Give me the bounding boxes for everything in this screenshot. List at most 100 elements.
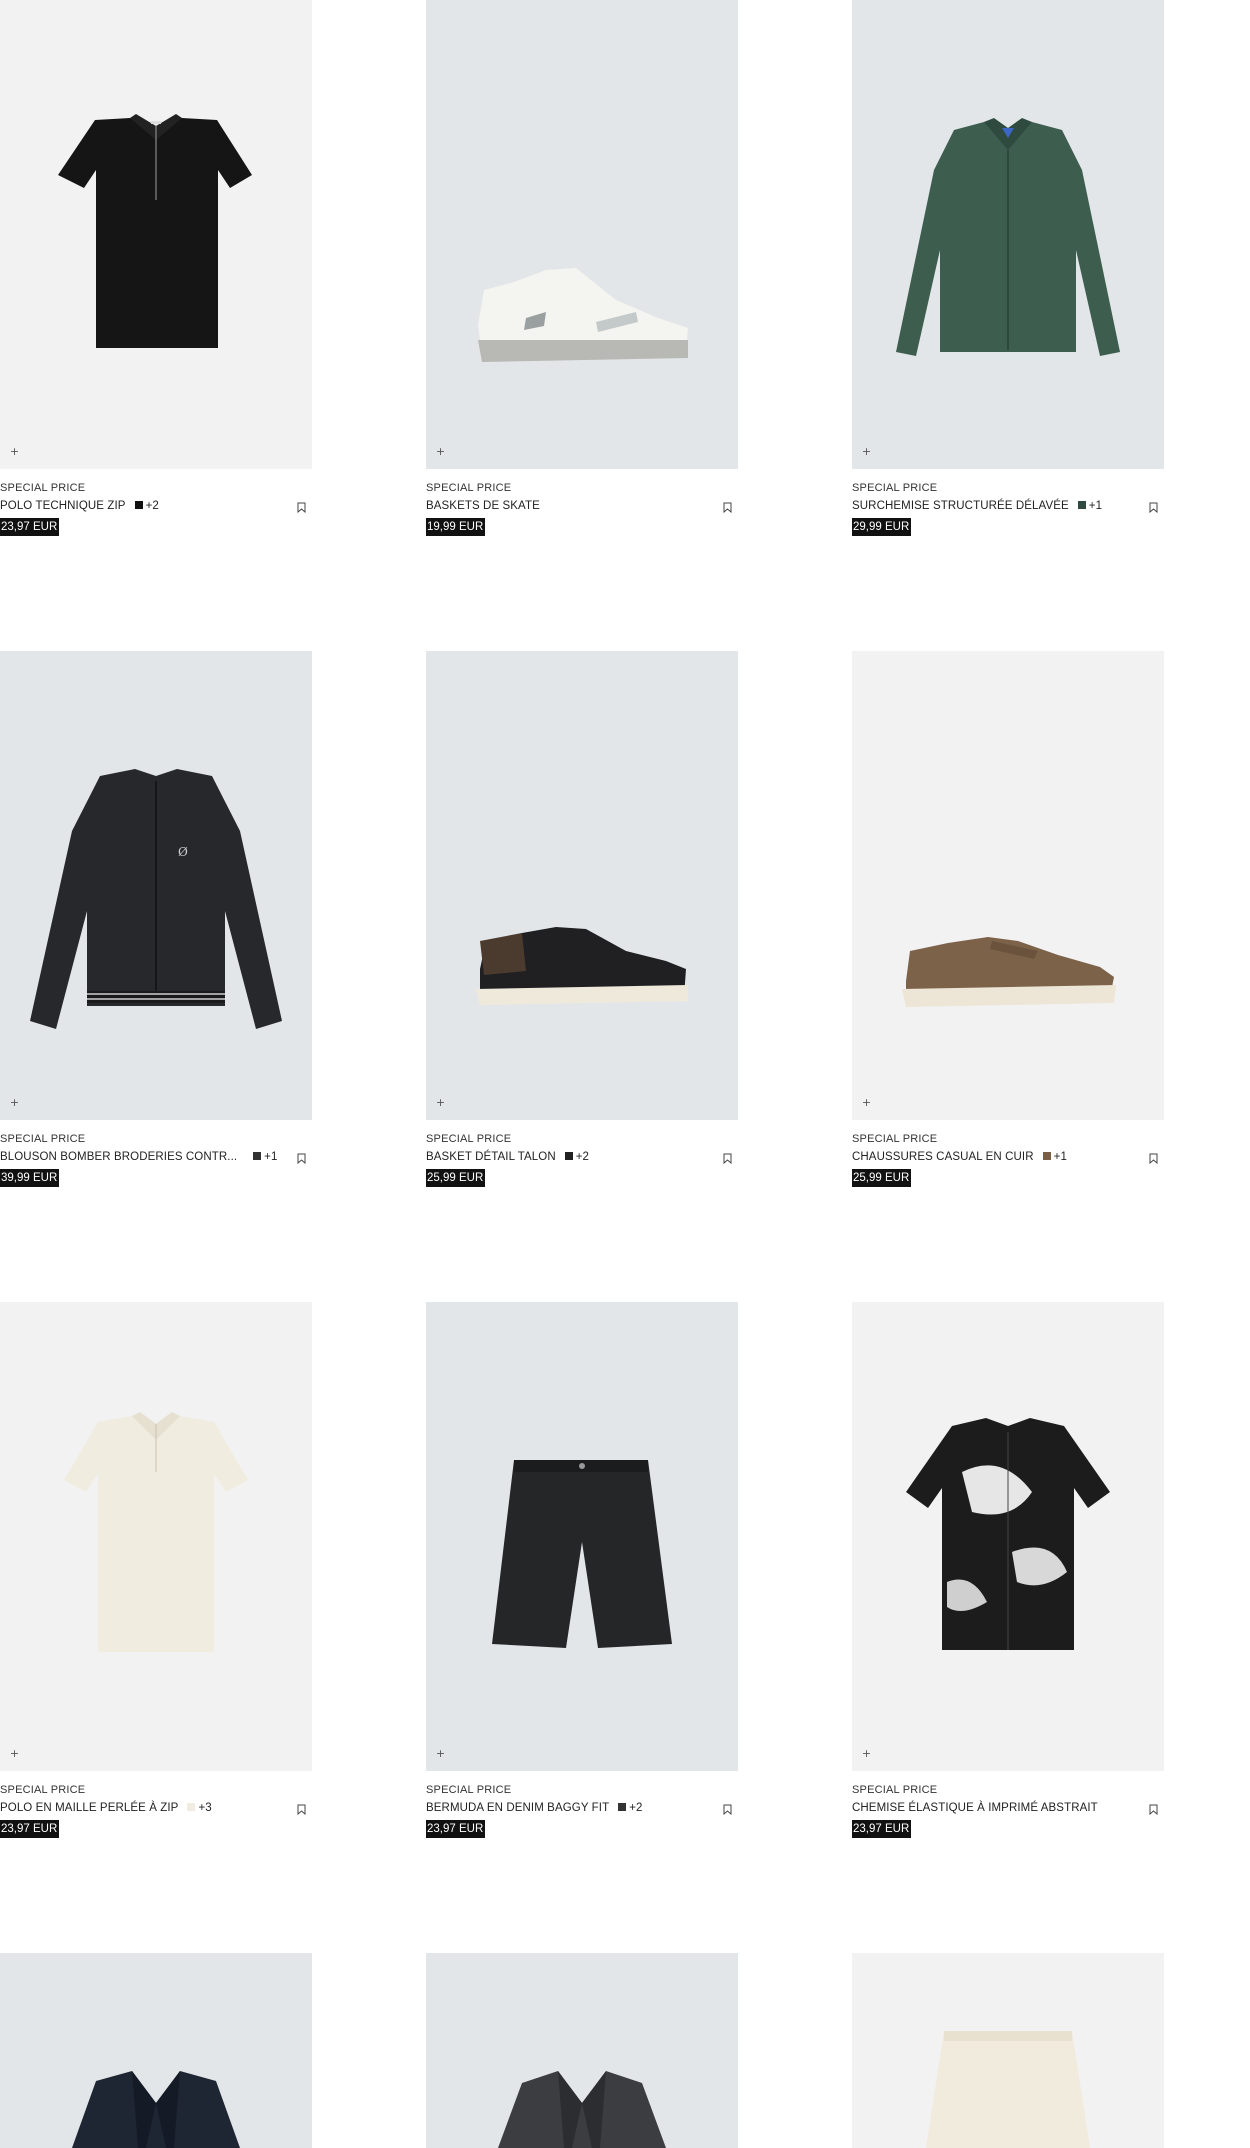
product-image[interactable]: [0, 1953, 312, 2148]
product-name-text: POLO EN MAILLE PERLÉE À ZIP: [0, 1802, 179, 1814]
product-card[interactable]: + SPECIAL PRICE POLO EN MAILLE PERLÉE À …: [0, 1302, 312, 1851]
product-name[interactable]: BLOUSON BOMBER BRODERIES CONTR... +1: [0, 1151, 277, 1163]
product-image[interactable]: +: [426, 1302, 738, 1771]
product-price: 23,97 EUR: [0, 1820, 60, 1838]
product-image[interactable]: +: [852, 1302, 1164, 1771]
add-to-cart-icon[interactable]: +: [861, 446, 872, 457]
bookmark-icon[interactable]: [723, 1804, 732, 1815]
bookmark-icon[interactable]: [297, 1804, 306, 1815]
product-image[interactable]: +: [426, 651, 738, 1120]
more-colors: +2: [145, 500, 159, 512]
add-to-cart-icon[interactable]: +: [435, 1097, 446, 1108]
bookmark-icon[interactable]: [1149, 502, 1158, 513]
product-name[interactable]: CHEMISE ÉLASTIQUE À IMPRIMÉ ABSTRAIT: [852, 1802, 1098, 1814]
add-to-cart-icon[interactable]: +: [9, 446, 20, 457]
product-name[interactable]: BERMUDA EN DENIM BAGGY FIT +2: [426, 1802, 643, 1814]
product-image[interactable]: [852, 1953, 1164, 2148]
product-image[interactable]: +: [852, 651, 1164, 1120]
product-image[interactable]: +: [0, 1302, 312, 1771]
color-swatch[interactable]: [187, 1803, 196, 1811]
bookmark-icon[interactable]: [1149, 1804, 1158, 1815]
product-card[interactable]: + SPECIAL PRICE BASKETS DE SKATE 19,99 E…: [426, 0, 738, 549]
black-polo-shirt-image: [58, 114, 252, 348]
product-name[interactable]: SURCHEMISE STRUCTURÉE DÉLAVÉE +1: [852, 500, 1102, 512]
add-to-cart-icon[interactable]: +: [9, 1748, 20, 1759]
abstract-print-shirt-image: [906, 1418, 1110, 1650]
product-tag: SPECIAL PRICE: [852, 1133, 938, 1145]
product-price: 39,99 EUR: [0, 1169, 60, 1187]
navy-blazer-image: [72, 2071, 240, 2148]
color-swatch[interactable]: [134, 501, 143, 509]
bookmark-icon[interactable]: [1149, 1153, 1158, 1164]
product-card[interactable]: [426, 1953, 738, 2148]
product-card[interactable]: [0, 1953, 312, 2148]
add-to-cart-icon[interactable]: +: [435, 446, 446, 457]
more-colors: +1: [1088, 500, 1103, 512]
black-bomber-jacket-image: Ø: [30, 769, 282, 1029]
product-name-text: SURCHEMISE STRUCTURÉE DÉLAVÉE: [852, 500, 1069, 512]
color-swatch[interactable]: [564, 1152, 573, 1160]
bookmark-icon[interactable]: [723, 502, 732, 513]
color-swatch[interactable]: [618, 1803, 627, 1811]
product-card[interactable]: + SPECIAL PRICE BERMUDA EN DENIM BAGGY F…: [426, 1302, 738, 1851]
black-sneaker-image: [476, 927, 688, 1005]
add-to-cart-icon[interactable]: +: [9, 1097, 20, 1108]
product-price: 23,97 EUR: [0, 518, 60, 536]
product-card[interactable]: [852, 1953, 1164, 2148]
product-image[interactable]: +: [426, 0, 738, 469]
product-name[interactable]: POLO EN MAILLE PERLÉE À ZIP +3: [0, 1802, 212, 1814]
product-price: 23,97 EUR: [852, 1820, 912, 1838]
green-overshirt-image: [896, 118, 1120, 356]
product-tag: SPECIAL PRICE: [426, 1133, 512, 1145]
cream-knit-polo-image: [64, 1412, 248, 1652]
product-name-text: POLO TECHNIQUE ZIP: [0, 500, 126, 512]
product-name[interactable]: BASKET DÉTAIL TALON +2: [426, 1151, 589, 1163]
product-tag: SPECIAL PRICE: [426, 482, 512, 494]
product-price: 23,97 EUR: [426, 1820, 486, 1838]
more-colors: +2: [575, 1151, 590, 1163]
product-image[interactable]: +: [0, 0, 312, 469]
product-card[interactable]: + SPECIAL PRICE POLO TECHNIQUE ZIP +2 23,…: [0, 0, 312, 549]
product-price: 25,99 EUR: [426, 1169, 486, 1187]
product-name[interactable]: POLO TECHNIQUE ZIP +2: [0, 500, 159, 512]
product-price: 19,99 EUR: [426, 518, 486, 536]
add-to-cart-icon[interactable]: +: [861, 1748, 872, 1759]
product-name-text: BASKETS DE SKATE: [426, 500, 540, 512]
brown-moccasin-shoe-image: [902, 937, 1116, 1007]
black-denim-bermuda-image: [492, 1460, 672, 1648]
product-price: 29,99 EUR: [852, 518, 912, 536]
color-swatch[interactable]: [1042, 1152, 1051, 1160]
product-name[interactable]: CHAUSSURES CASUAL EN CUIR +1: [852, 1151, 1067, 1163]
product-image[interactable]: Ø +: [0, 651, 312, 1120]
product-card[interactable]: Ø + SPECIAL PRICE BLOUSON BOMBER BRODERI…: [0, 651, 312, 1200]
product-card[interactable]: + SPECIAL PRICE CHAUSSURES CASUAL EN CUI…: [852, 651, 1164, 1200]
product-image[interactable]: [426, 1953, 738, 2148]
product-name-text: CHEMISE ÉLASTIQUE À IMPRIMÉ ABSTRAIT: [852, 1802, 1098, 1814]
product-tag: SPECIAL PRICE: [426, 1784, 512, 1796]
bookmark-icon[interactable]: [723, 1153, 732, 1164]
white-skate-sneaker-image: [478, 268, 688, 362]
more-colors: +1: [264, 1151, 278, 1163]
product-tag: SPECIAL PRICE: [852, 1784, 938, 1796]
more-colors: +3: [198, 1802, 212, 1814]
product-name-text: BASKET DÉTAIL TALON: [426, 1151, 556, 1163]
more-colors: +2: [629, 1802, 643, 1814]
add-to-cart-icon[interactable]: +: [435, 1748, 446, 1759]
product-image[interactable]: +: [852, 0, 1164, 469]
svg-text:Ø: Ø: [178, 845, 188, 859]
grey-blazer-image: [498, 2071, 666, 2148]
color-swatch[interactable]: [1077, 501, 1086, 509]
product-tag: SPECIAL PRICE: [852, 482, 938, 494]
add-to-cart-icon[interactable]: +: [861, 1097, 872, 1108]
product-tag: SPECIAL PRICE: [0, 1784, 86, 1796]
bookmark-icon[interactable]: [297, 1153, 306, 1164]
product-price: 25,99 EUR: [852, 1169, 912, 1187]
color-swatch[interactable]: [253, 1152, 262, 1160]
product-card[interactable]: + SPECIAL PRICE CHEMISE ÉLASTIQUE À IMPR…: [852, 1302, 1164, 1851]
bookmark-icon[interactable]: [297, 502, 306, 513]
product-name[interactable]: BASKETS DE SKATE: [426, 500, 540, 512]
product-name-text: BERMUDA EN DENIM BAGGY FIT: [426, 1802, 610, 1814]
product-card[interactable]: + SPECIAL PRICE SURCHEMISE STRUCTURÉE DÉ…: [852, 0, 1164, 549]
product-tag: SPECIAL PRICE: [0, 482, 86, 494]
product-card[interactable]: + SPECIAL PRICE BASKET DÉTAIL TALON +2 25…: [426, 651, 738, 1200]
